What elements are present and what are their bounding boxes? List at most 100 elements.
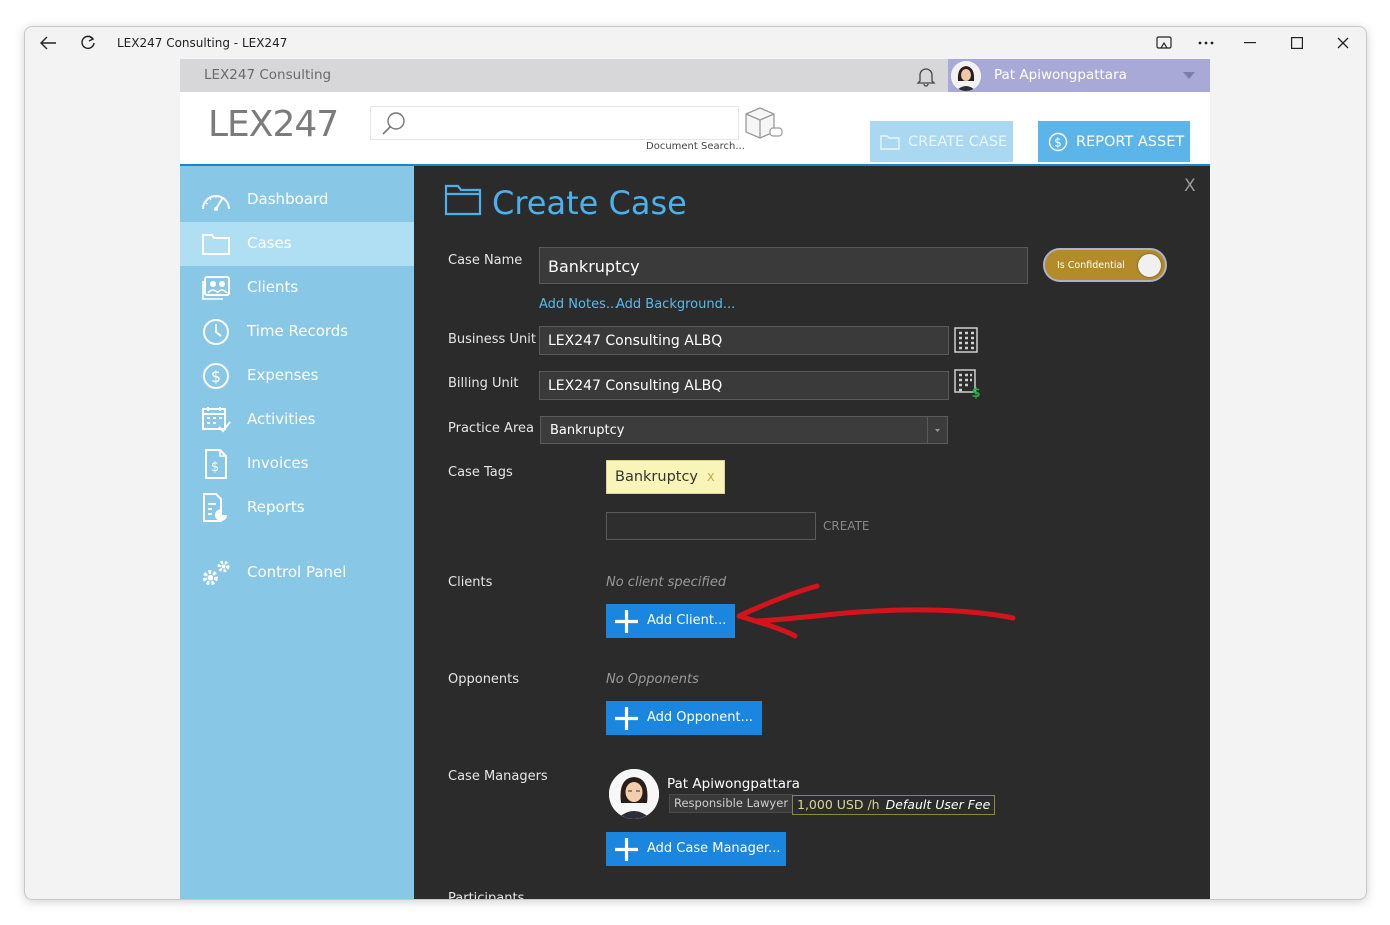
create-tag-button[interactable]: CREATE bbox=[823, 519, 870, 533]
top-bar: LEX247 Consulting Pat Apiwongpattara bbox=[180, 59, 1210, 92]
chevron-down-icon[interactable] bbox=[1183, 72, 1195, 79]
sidebar: Dashboard Cases Clients Time Records $ E… bbox=[180, 166, 414, 899]
document-search-box[interactable] bbox=[370, 106, 739, 140]
dollar-icon: $ bbox=[200, 362, 232, 390]
create-case-button[interactable]: CREATE CASE bbox=[870, 121, 1013, 162]
sidebar-item-activities[interactable]: Activities bbox=[180, 398, 414, 442]
svg-text:$: $ bbox=[211, 367, 221, 386]
participants-label: Participants bbox=[448, 892, 524, 899]
notification-bell-icon[interactable] bbox=[915, 65, 937, 91]
case-name-label: Case Name bbox=[448, 253, 523, 268]
document-search-label: Document Search... bbox=[646, 141, 745, 152]
close-window-icon[interactable] bbox=[1332, 32, 1354, 54]
manager-fee-value: 1,000 USD /h bbox=[797, 797, 880, 812]
more-options-icon[interactable] bbox=[1195, 32, 1217, 54]
sidebar-item-expenses[interactable]: $ Expenses bbox=[180, 354, 414, 398]
case-managers-label: Case Managers bbox=[448, 769, 548, 784]
billing-unit-label: Billing Unit bbox=[448, 376, 519, 391]
add-case-manager-button[interactable]: Add Case Manager... bbox=[606, 832, 786, 866]
svg-text:$: $ bbox=[211, 460, 219, 475]
minimize-icon[interactable] bbox=[1239, 32, 1261, 54]
sidebar-item-invoices[interactable]: $ Invoices bbox=[180, 442, 414, 486]
practice-area-label: Practice Area bbox=[448, 421, 534, 436]
chevron-down-icon[interactable] bbox=[927, 417, 947, 443]
add-case-manager-label: Add Case Manager... bbox=[647, 841, 781, 856]
user-name: Pat Apiwongpattara bbox=[994, 67, 1127, 83]
calendar-icon bbox=[200, 406, 232, 434]
refresh-icon[interactable] bbox=[77, 32, 99, 54]
plus-icon bbox=[614, 837, 639, 866]
svg-text:$: $ bbox=[971, 386, 980, 399]
case-tag: Bankruptcy X bbox=[606, 460, 725, 494]
folder-icon bbox=[880, 134, 900, 150]
add-opponent-label: Add Opponent... bbox=[647, 710, 753, 725]
case-name-input[interactable]: Bankruptcy bbox=[539, 247, 1028, 284]
create-case-label: CREATE CASE bbox=[908, 133, 1008, 150]
confidential-toggle[interactable]: Is Confidential bbox=[1043, 248, 1167, 282]
manager-fee-badge[interactable]: 1,000 USD /h Default User Fee bbox=[792, 795, 996, 815]
sidebar-item-reports[interactable]: Reports bbox=[180, 486, 414, 530]
new-tag-input[interactable] bbox=[606, 512, 816, 540]
sidebar-item-label: Time Records bbox=[247, 322, 349, 340]
archive-box-icon[interactable] bbox=[740, 104, 784, 144]
user-avatar bbox=[951, 61, 981, 91]
maximize-icon[interactable] bbox=[1286, 32, 1308, 54]
add-notes-link[interactable]: Add Notes... bbox=[539, 297, 618, 312]
folder-icon bbox=[444, 182, 482, 220]
report-asset-button[interactable]: $ REPORT ASSET bbox=[1038, 121, 1190, 162]
sidebar-item-label: Control Panel bbox=[247, 563, 347, 581]
sidebar-item-time-records[interactable]: Time Records bbox=[180, 310, 414, 354]
back-arrow-icon[interactable] bbox=[37, 32, 59, 54]
billing-unit-input[interactable]: LEX247 Consulting ALBQ bbox=[539, 371, 949, 400]
sidebar-item-label: Dashboard bbox=[247, 190, 329, 208]
user-menu[interactable]: Pat Apiwongpattara bbox=[948, 59, 1210, 92]
sidebar-item-control-panel[interactable]: Control Panel bbox=[180, 551, 414, 595]
app-header: LEX247 Document Search... CREATE CASE $ bbox=[180, 92, 1210, 166]
opponents-label: Opponents bbox=[448, 672, 520, 687]
clients-empty-text: No client specified bbox=[606, 575, 727, 590]
report-icon bbox=[200, 493, 232, 522]
practice-area-select[interactable]: Bankruptcy bbox=[540, 416, 948, 444]
title-bar: LEX247 Consulting - LEX247 bbox=[25, 27, 1366, 59]
lex247-logo[interactable]: LEX247 bbox=[208, 104, 339, 145]
practice-area-value: Bankruptcy bbox=[550, 423, 625, 438]
clock-icon bbox=[200, 318, 232, 346]
app-window: LEX247 Consulting - LEX247 LEX247 Consul… bbox=[24, 26, 1367, 900]
add-client-label: Add Client... bbox=[647, 613, 727, 628]
sidebar-item-clients[interactable]: Clients bbox=[180, 266, 414, 310]
clients-icon bbox=[200, 274, 232, 302]
search-icon bbox=[381, 111, 407, 139]
confidential-label: Is Confidential bbox=[1057, 260, 1125, 271]
report-asset-label: REPORT ASSET bbox=[1076, 133, 1185, 150]
window-title: LEX247 Consulting - LEX247 bbox=[117, 36, 288, 50]
manager-fee-note: Default User Fee bbox=[885, 797, 991, 812]
building-icon[interactable] bbox=[954, 327, 978, 357]
page-title: Create Case bbox=[492, 184, 687, 222]
app-content: LEX247 Consulting Pat Apiwongpattara LEX… bbox=[180, 59, 1210, 899]
sidebar-item-dashboard[interactable]: Dashboard bbox=[180, 178, 414, 222]
plus-icon bbox=[614, 609, 639, 638]
sidebar-item-cases[interactable]: Cases bbox=[180, 222, 414, 266]
sidebar-item-label: Activities bbox=[247, 410, 316, 428]
invoice-icon: $ bbox=[200, 449, 232, 479]
svg-text:$: $ bbox=[1054, 135, 1062, 149]
business-unit-input[interactable]: LEX247 Consulting ALBQ bbox=[539, 326, 949, 355]
remove-tag-button[interactable]: X bbox=[707, 471, 715, 484]
add-background-link[interactable]: Add Background... bbox=[616, 297, 735, 312]
clients-label: Clients bbox=[448, 575, 493, 590]
dollar-circle-icon: $ bbox=[1048, 132, 1068, 152]
organization-name: LEX247 Consulting bbox=[204, 67, 332, 83]
close-panel-button[interactable]: X bbox=[1184, 176, 1196, 196]
add-opponent-button[interactable]: Add Opponent... bbox=[606, 701, 762, 735]
document-search-input[interactable] bbox=[415, 112, 729, 134]
case-name-value: Bankruptcy bbox=[548, 257, 640, 276]
dashboard-icon bbox=[200, 186, 232, 214]
business-unit-value: LEX247 Consulting ALBQ bbox=[548, 333, 723, 349]
folder-icon bbox=[200, 230, 232, 258]
cast-icon[interactable] bbox=[1153, 32, 1175, 54]
gears-icon bbox=[200, 559, 232, 587]
sidebar-item-label: Cases bbox=[247, 234, 292, 252]
billing-building-icon[interactable]: $ bbox=[954, 369, 984, 403]
plus-icon bbox=[614, 706, 639, 735]
add-client-button[interactable]: Add Client... bbox=[606, 604, 735, 638]
